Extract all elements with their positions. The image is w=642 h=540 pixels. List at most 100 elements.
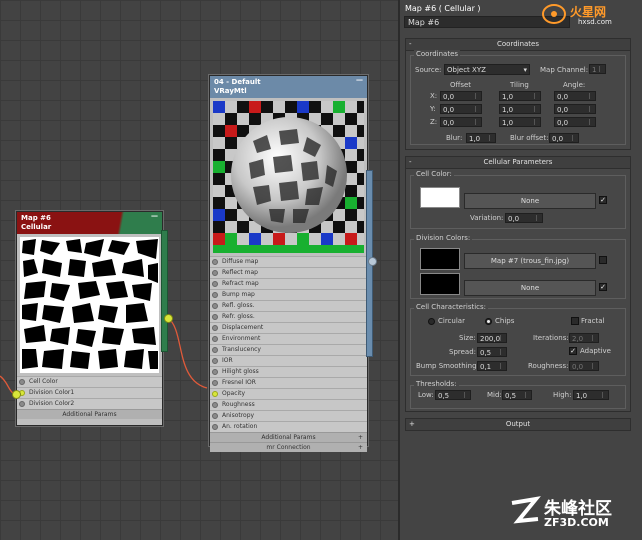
map-channel-label: Map Channel: bbox=[540, 66, 589, 74]
slot-translucency[interactable]: Translucency bbox=[210, 344, 367, 355]
slot-division-color1[interactable]: Division Color1 bbox=[17, 387, 162, 398]
tiling-x-spinner[interactable]: 1,0 bbox=[499, 91, 541, 101]
slot-opacity[interactable]: Opacity bbox=[210, 388, 367, 399]
high-spinner[interactable]: 1,0 bbox=[573, 390, 609, 400]
slot-refl-gloss[interactable]: Refl. gloss. bbox=[210, 300, 367, 311]
adaptive-label: Adaptive bbox=[580, 347, 611, 355]
minimize-button[interactable]: — bbox=[356, 76, 363, 85]
division-color1-map-button[interactable]: Map #7 (trous_fin.jpg) bbox=[464, 253, 596, 269]
map-channel-spinner[interactable]: 1 bbox=[589, 64, 606, 74]
size-label: Size: bbox=[459, 334, 476, 342]
tiling-y-spinner[interactable]: 1,0 bbox=[499, 104, 541, 114]
source-dropdown[interactable]: Object XYZ bbox=[444, 64, 530, 76]
output-rollout: + Output bbox=[405, 418, 631, 431]
node-header[interactable]: 04 - Default VRayMtl — bbox=[210, 76, 367, 98]
tiling-z-spinner[interactable]: 1,0 bbox=[499, 117, 541, 127]
zf3d-logo-icon bbox=[511, 496, 541, 524]
cell-color-map-checkbox[interactable]: ✓ bbox=[599, 196, 607, 204]
slot-environment[interactable]: Environment bbox=[210, 333, 367, 344]
slot-diffuse-map[interactable]: Diffuse map bbox=[210, 256, 367, 267]
panel-title: Map #6 ( Cellular ) bbox=[405, 4, 481, 13]
low-spinner[interactable]: 0,5 bbox=[435, 390, 471, 400]
blur-label: Blur: bbox=[446, 134, 463, 142]
bump-smoothing-spinner[interactable]: 0,1 bbox=[477, 361, 507, 371]
adaptive-checkbox[interactable]: ✓ bbox=[569, 347, 577, 355]
iterations-label: Iterations: bbox=[533, 334, 569, 342]
roughness-spinner[interactable]: 0,0 bbox=[569, 361, 599, 371]
circular-radio[interactable] bbox=[428, 318, 435, 325]
source-label: Source: bbox=[415, 66, 442, 74]
size-spinner[interactable]: 200,0 bbox=[477, 333, 507, 343]
angle-y-spinner[interactable]: 0,0 bbox=[554, 104, 596, 114]
output-rollout-header[interactable]: + Output bbox=[406, 419, 630, 431]
slot-anisotropy[interactable]: Anisotropy bbox=[210, 410, 367, 421]
node-subtitle: VRayMtl bbox=[214, 87, 247, 95]
offset-x-spinner[interactable]: 0,0 bbox=[440, 91, 482, 101]
minimize-button[interactable]: — bbox=[151, 212, 158, 221]
variation-spinner[interactable]: 0,0 bbox=[505, 213, 543, 223]
division-color2-map-button[interactable]: None bbox=[464, 280, 596, 296]
mid-spinner[interactable]: 0,5 bbox=[502, 390, 532, 400]
zf3d-url: ZF3D.COM bbox=[544, 516, 609, 529]
output-socket-icon[interactable] bbox=[164, 314, 173, 323]
slot-an-rotation[interactable]: An. rotation bbox=[210, 421, 367, 432]
cellular-map-node[interactable]: Map #6 Cellular — Cell Color Division Co… bbox=[16, 211, 163, 426]
mr-connection-footer[interactable]: mr Connection + bbox=[210, 442, 367, 452]
node-header[interactable]: Map #6 Cellular — bbox=[17, 212, 162, 234]
coordinates-rollout: - Coordinates Coordinates Source: Object … bbox=[405, 38, 631, 150]
slot-reflect-map[interactable]: Reflect map bbox=[210, 267, 367, 278]
blur-offset-spinner[interactable]: 0,0 bbox=[549, 133, 579, 143]
blur-offset-label: Blur offset: bbox=[510, 134, 549, 142]
slot-displacement[interactable]: Displacement bbox=[210, 322, 367, 333]
low-label: Low: bbox=[418, 391, 434, 399]
cell-color-map-button[interactable]: None bbox=[464, 193, 596, 209]
spread-spinner[interactable]: 0,5 bbox=[477, 347, 507, 357]
slot-bump-map[interactable]: Bump map bbox=[210, 289, 367, 300]
chips-radio[interactable] bbox=[485, 318, 492, 325]
division-color1-map-checkbox[interactable] bbox=[599, 256, 607, 264]
slot-cell-color[interactable]: Cell Color bbox=[17, 376, 162, 387]
division-color2-swatch[interactable] bbox=[420, 273, 460, 295]
additional-params-footer[interactable]: Additional Params bbox=[17, 409, 162, 419]
circular-label: Circular bbox=[438, 317, 465, 325]
slot-ior[interactable]: IOR bbox=[210, 355, 367, 366]
fractal-checkbox[interactable] bbox=[571, 317, 579, 325]
slot-division-color2[interactable]: Division Color2 bbox=[17, 398, 162, 409]
material-preview bbox=[213, 101, 364, 253]
hxsd-url: hxsd.com bbox=[578, 18, 612, 26]
angle-x-spinner[interactable]: 0,0 bbox=[554, 91, 596, 101]
roughness-label: Roughness: bbox=[528, 362, 569, 370]
spread-label: Spread: bbox=[449, 348, 477, 356]
slot-fresnel-ior[interactable]: Fresnel IOR bbox=[210, 377, 367, 388]
offset-z-spinner[interactable]: 0,0 bbox=[440, 117, 482, 127]
fractal-label: Fractal bbox=[581, 317, 605, 325]
output-socket-bar[interactable] bbox=[161, 230, 168, 352]
node-title: Map #6 bbox=[21, 214, 51, 222]
cellular-rollout-header[interactable]: - Cellular Parameters bbox=[406, 157, 630, 169]
axis-z-label: Z: bbox=[430, 118, 438, 126]
iterations-spinner[interactable]: 2,0 bbox=[569, 333, 599, 343]
node-subtitle: Cellular bbox=[21, 223, 52, 231]
input-socket-icon[interactable] bbox=[12, 390, 21, 399]
blur-spinner[interactable]: 1,0 bbox=[466, 133, 496, 143]
offset-header: Offset bbox=[450, 81, 472, 89]
mid-label: Mid: bbox=[487, 391, 502, 399]
vray-output-socket-icon[interactable] bbox=[368, 257, 377, 266]
vraymtl-node[interactable]: 04 - Default VRayMtl — Diffuse map Refle… bbox=[209, 75, 368, 452]
slot-refr-gloss[interactable]: Refr. gloss. bbox=[210, 311, 367, 322]
cell-color-swatch[interactable] bbox=[420, 187, 460, 208]
material-editor-canvas[interactable]: Map #6 Cellular — Cell Color Division Co… bbox=[0, 0, 398, 540]
division-color1-swatch[interactable] bbox=[420, 248, 460, 270]
division-color2-map-checkbox[interactable]: ✓ bbox=[599, 283, 607, 291]
slot-refract-map[interactable]: Refract map bbox=[210, 278, 367, 289]
slot-hilight-gloss[interactable]: Hilight gloss bbox=[210, 366, 367, 377]
division-colors-label: Division Colors: bbox=[414, 234, 473, 242]
high-label: High: bbox=[553, 391, 572, 399]
cell-characteristics-label: Cell Characteristics: bbox=[414, 303, 489, 311]
cellular-pattern-image bbox=[20, 237, 159, 373]
angle-z-spinner[interactable]: 0,0 bbox=[554, 117, 596, 127]
offset-y-spinner[interactable]: 0,0 bbox=[440, 104, 482, 114]
chips-label: Chips bbox=[495, 317, 515, 325]
additional-params-footer[interactable]: Additional Params + bbox=[210, 432, 367, 442]
slot-roughness[interactable]: Roughness bbox=[210, 399, 367, 410]
